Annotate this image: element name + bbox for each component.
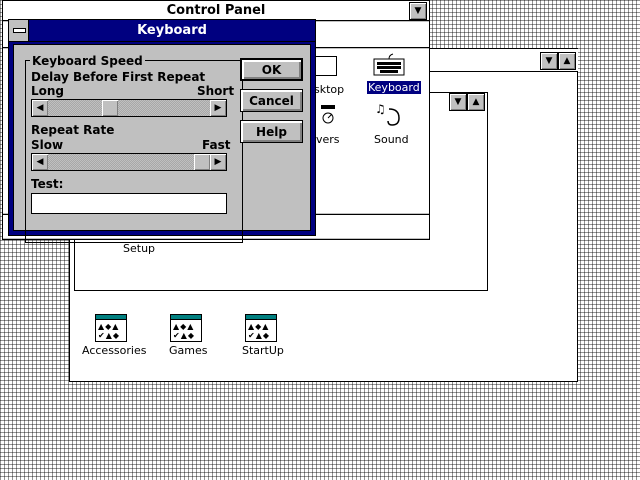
rate-slider[interactable]: ◀ ▶ <box>31 153 227 171</box>
system-menu-icon[interactable] <box>9 20 29 41</box>
sound-label[interactable]: Sound <box>374 133 409 146</box>
delay-label: Delay Before First Repeat <box>31 70 205 84</box>
group-label-startup[interactable]: StartUp <box>242 344 284 357</box>
desktop-label[interactable]: sktop <box>314 83 344 96</box>
sound-icon[interactable]: ♫ <box>375 101 403 127</box>
test-input[interactable] <box>31 193 227 214</box>
group-label-games[interactable]: Games <box>169 344 207 357</box>
drivers-label[interactable]: vers <box>316 133 340 146</box>
dialog-title: Keyboard <box>137 23 207 38</box>
keyboard-icon[interactable] <box>373 53 405 77</box>
chevron-down-icon[interactable]: ▼ <box>540 52 558 70</box>
svg-text:♫: ♫ <box>375 102 386 116</box>
drivers-icon[interactable] <box>319 105 337 125</box>
setup-label[interactable]: Setup <box>123 242 155 255</box>
maximize-button[interactable]: ▲ <box>467 93 485 111</box>
repeat-rate-label: Repeat Rate <box>31 123 115 137</box>
delay-label-text: Delay Before First Repeat <box>31 70 206 84</box>
program-group-icon[interactable]: ▲◆▲ ✔▲◆ <box>245 314 277 342</box>
keyboard-speed-title: Keyboard Speed <box>30 54 145 68</box>
program-group-icon[interactable]: ▲◆▲ ✔▲◆ <box>170 314 202 342</box>
scroll-right-icon[interactable]: ▶ <box>210 100 226 116</box>
delay-slider[interactable]: ◀ ▶ <box>31 99 227 117</box>
chevron-up-icon[interactable]: ▲ <box>558 52 576 70</box>
minimize-button[interactable]: ▼ <box>449 93 467 111</box>
cancel-button[interactable]: Cancel <box>240 89 303 112</box>
control-panel-title: Control Panel <box>166 3 266 18</box>
minimize-button[interactable]: ▼ <box>409 2 427 20</box>
delay-min-label: Long <box>31 84 65 98</box>
help-button[interactable]: Help <box>240 120 303 143</box>
scroll-right-icon[interactable]: ▶ <box>210 154 226 170</box>
rate-slider-track[interactable] <box>48 154 210 170</box>
control-panel-titlebar[interactable]: Control Panel ▼ <box>3 1 429 21</box>
delay-max-label: Short <box>197 84 235 98</box>
delay-slider-track[interactable] <box>48 100 210 116</box>
rate-slider-thumb[interactable] <box>194 154 210 170</box>
scroll-left-icon[interactable]: ◀ <box>32 100 48 116</box>
rate-min-label: Slow <box>31 138 64 152</box>
scroll-left-icon[interactable]: ◀ <box>32 154 48 170</box>
dialog-titlebar[interactable]: Keyboard <box>9 20 315 42</box>
ok-button[interactable]: OK <box>240 58 303 81</box>
test-label: Test: <box>31 177 64 191</box>
rate-max-label: Fast <box>202 138 231 152</box>
group-label-accessories[interactable]: Accessories <box>82 344 146 357</box>
keyboard-label[interactable]: Keyboard <box>367 81 421 94</box>
delay-slider-thumb[interactable] <box>102 100 118 116</box>
program-group-icon[interactable]: ▲◆▲ ✔▲◆ <box>95 314 127 342</box>
desktop-icon[interactable] <box>315 56 337 76</box>
